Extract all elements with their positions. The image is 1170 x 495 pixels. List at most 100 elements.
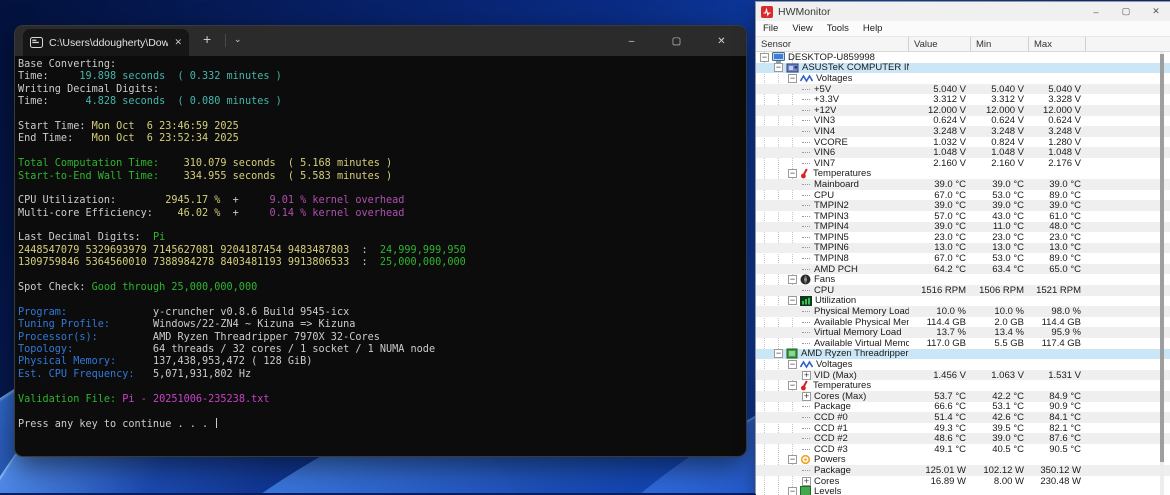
collapse-icon[interactable]: − <box>788 487 797 495</box>
sensor-label-cell: Available Virtual Memory <box>756 338 909 349</box>
sensor-row[interactable]: CCD #349.1 °C40.5 °C90.5 °C <box>756 444 1170 455</box>
sensor-row[interactable]: +12V12.000 V12.000 V12.000 V <box>756 105 1170 116</box>
category-row[interactable]: −Levels <box>756 486 1170 495</box>
terminal-minimize-button[interactable]: – <box>609 26 654 56</box>
sensor-row[interactable]: Physical Memory Load10.0 %10.0 %98.0 % <box>756 306 1170 317</box>
menu-file[interactable]: File <box>756 23 785 34</box>
sensor-row[interactable]: CPU1516 RPM1506 RPM1521 RPM <box>756 285 1170 296</box>
tab-dropdown-icon[interactable]: ⌄ <box>234 34 242 45</box>
sensor-row[interactable]: TMPIN867.0 °C53.0 °C89.0 °C <box>756 253 1170 264</box>
tab-close-icon[interactable]: ✕ <box>174 37 182 48</box>
min-cell: 5.040 V <box>971 84 1029 95</box>
tree-branch-tick <box>802 163 810 164</box>
sensor-row[interactable]: +VID (Max)1.456 V1.063 V1.531 V <box>756 370 1170 381</box>
column-header-min[interactable]: Min <box>971 37 1029 51</box>
sensor-row[interactable]: +5V5.040 V5.040 V5.040 V <box>756 84 1170 95</box>
sensor-row[interactable]: CCD #051.4 °C42.6 °C84.1 °C <box>756 412 1170 423</box>
sensor-row[interactable]: TMPIN439.0 °C11.0 °C48.0 °C <box>756 222 1170 233</box>
sensor-row[interactable]: VIN72.160 V2.160 V2.176 V <box>756 158 1170 169</box>
sensor-row[interactable]: CCD #248.6 °C39.0 °C87.6 °C <box>756 433 1170 444</box>
tree-branch-tick <box>802 322 810 323</box>
device-row[interactable]: −DESKTOP-U859998 <box>756 52 1170 63</box>
value-cell: 10.0 % <box>909 306 971 317</box>
sensor-row[interactable]: VIN43.248 V3.248 V3.248 V <box>756 126 1170 137</box>
category-row[interactable]: −Fans <box>756 274 1170 285</box>
collapse-icon[interactable]: − <box>788 455 797 464</box>
terminal-titlebar[interactable]: C:\Users\ddougherty\Downlo ✕ + ⌄ – ▢ ✕ <box>15 26 746 56</box>
sensor-row[interactable]: Available Physical Mem...114.4 GB2.0 GB1… <box>756 317 1170 328</box>
category-row[interactable]: −Utilization <box>756 296 1170 307</box>
column-header-value[interactable]: Value <box>909 37 971 51</box>
new-tab-button[interactable]: + <box>203 32 211 46</box>
category-row[interactable]: −Voltages <box>756 73 1170 84</box>
tree-branch-tick <box>802 449 810 450</box>
hwmonitor-minimize-button[interactable]: – <box>1081 2 1111 21</box>
sensor-row[interactable]: VIN61.048 V1.048 V1.048 V <box>756 147 1170 158</box>
value-cell: 117.0 GB <box>909 338 971 349</box>
min-cell: 13.4 % <box>971 327 1029 338</box>
collapse-icon[interactable]: − <box>788 169 797 178</box>
min-cell: 63.4 °C <box>971 264 1029 275</box>
min-cell: 53.1 °C <box>971 401 1029 412</box>
terminal-close-button[interactable]: ✕ <box>699 26 744 56</box>
terminal-tab[interactable]: C:\Users\ddougherty\Downlo ✕ <box>23 29 189 56</box>
collapse-icon[interactable]: − <box>774 63 783 72</box>
sensor-row[interactable]: Package66.6 °C53.1 °C90.9 °C <box>756 402 1170 413</box>
sensor-row[interactable]: Available Virtual Memory117.0 GB5.5 GB11… <box>756 338 1170 349</box>
sensor-row[interactable]: AMD PCH64.2 °C63.4 °C65.0 °C <box>756 264 1170 275</box>
expand-icon[interactable]: + <box>802 477 811 486</box>
sensor-label-cell: CPU <box>756 285 909 296</box>
scrollbar-thumb[interactable] <box>1160 54 1164 462</box>
sensor-row[interactable]: CCD #149.3 °C39.5 °C82.1 °C <box>756 423 1170 434</box>
category-row[interactable]: −Temperatures <box>756 380 1170 391</box>
expand-icon[interactable]: + <box>802 371 811 380</box>
menu-help[interactable]: Help <box>856 23 890 34</box>
sensor-row[interactable]: TMPIN239.0 °C39.0 °C39.0 °C <box>756 200 1170 211</box>
sensor-row[interactable]: Package125.01 W102.12 W350.12 W <box>756 465 1170 476</box>
hwmonitor-maximize-button[interactable]: ▢ <box>1111 2 1141 21</box>
sensor-row[interactable]: TMPIN357.0 °C43.0 °C61.0 °C <box>756 211 1170 222</box>
vertical-scrollbar[interactable] <box>1160 52 1164 495</box>
hwmonitor-column-header: SensorValueMinMax <box>756 37 1170 52</box>
menu-tools[interactable]: Tools <box>820 23 856 34</box>
util-icon <box>800 296 812 306</box>
sensor-row[interactable]: VIN30.624 V0.624 V0.624 V <box>756 116 1170 127</box>
sensor-row[interactable]: VCORE1.032 V0.824 V1.280 V <box>756 137 1170 148</box>
sensor-row[interactable]: +Cores (Max)53.7 °C42.2 °C84.9 °C <box>756 391 1170 402</box>
collapse-icon[interactable]: − <box>788 360 797 369</box>
collapse-icon[interactable]: − <box>788 275 797 284</box>
collapse-icon[interactable]: − <box>760 53 769 62</box>
sensor-row[interactable]: +Cores16.89 W8.00 W230.48 W <box>756 476 1170 487</box>
sensor-name: VIN6 <box>814 147 835 158</box>
hwmonitor-titlebar[interactable]: HWMonitor – ▢ ✕ <box>756 2 1170 21</box>
sensor-row[interactable]: +3.3V3.312 V3.312 V3.328 V <box>756 94 1170 105</box>
collapse-icon[interactable]: − <box>788 296 797 305</box>
category-row[interactable]: −Powers <box>756 455 1170 466</box>
temp-icon <box>800 168 810 179</box>
column-header-max[interactable]: Max <box>1029 37 1086 51</box>
collapse-icon[interactable]: − <box>774 349 783 358</box>
menu-view[interactable]: View <box>785 23 819 34</box>
sensor-row[interactable]: CPU67.0 °C53.0 °C89.0 °C <box>756 190 1170 201</box>
tree-branch-tick <box>802 216 810 217</box>
sensor-row[interactable]: Virtual Memory Load13.7 %13.4 %95.9 % <box>756 327 1170 338</box>
device-row[interactable]: −ASUSTeK COMPUTER INC. Pro ... <box>756 63 1170 74</box>
terminal-output[interactable]: Base Converting:Time: 19.898 seconds ( 0… <box>15 56 746 431</box>
sensor-row[interactable]: TMPIN613.0 °C13.0 °C13.0 °C <box>756 243 1170 254</box>
collapse-icon[interactable]: − <box>788 381 797 390</box>
collapse-icon[interactable]: − <box>788 74 797 83</box>
min-cell: 3.248 V <box>971 126 1029 137</box>
column-header-sensor[interactable]: Sensor <box>756 37 909 51</box>
expand-icon[interactable]: + <box>802 392 811 401</box>
category-row[interactable]: −Voltages <box>756 359 1170 370</box>
terminal-maximize-button[interactable]: ▢ <box>654 26 699 56</box>
hwmonitor-close-button[interactable]: ✕ <box>1141 2 1170 21</box>
category-row[interactable]: −Temperatures <box>756 169 1170 180</box>
device-row[interactable]: −AMD Ryzen Threadripper 7970X <box>756 349 1170 360</box>
sensor-label-cell: −AMD Ryzen Threadripper 7970X <box>756 348 909 359</box>
sensor-row[interactable]: TMPIN523.0 °C23.0 °C23.0 °C <box>756 232 1170 243</box>
sensor-row[interactable]: Mainboard39.0 °C39.0 °C39.0 °C <box>756 179 1170 190</box>
max-cell: 90.5 °C <box>1029 444 1086 455</box>
terminal-line: Processor(s): AMD Ryzen Threadripper 797… <box>18 332 746 344</box>
value-cell: 12.000 V <box>909 105 971 116</box>
